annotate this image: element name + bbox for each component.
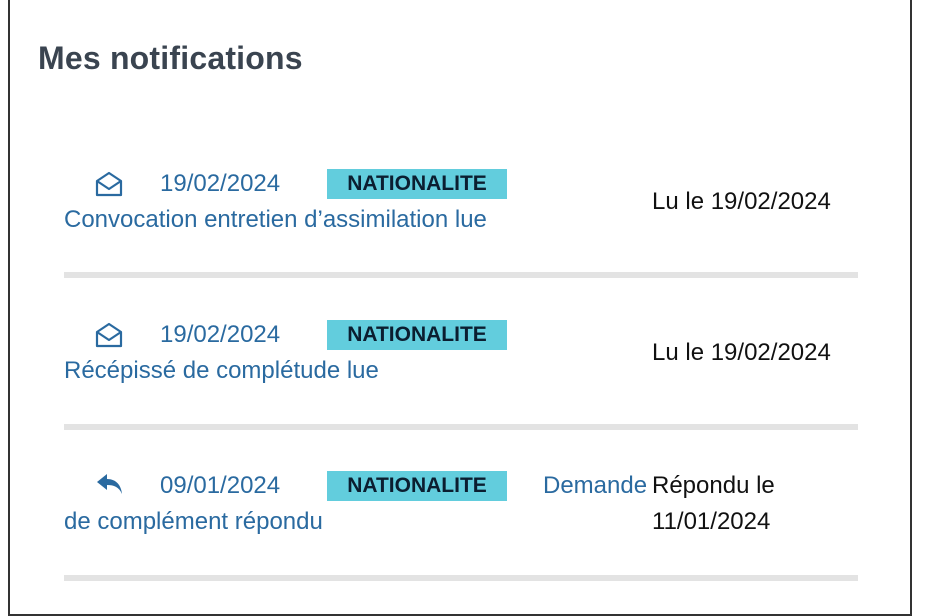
notification-status: Répondu le <box>652 472 775 499</box>
notification-description[interactable]: Convocation entretien d’assimilation lue <box>64 206 487 234</box>
notification-description[interactable]: de complément répondu <box>64 508 323 536</box>
envelope-open-icon <box>94 170 124 203</box>
category-badge: NATIONALITE <box>327 320 507 350</box>
notification-status: Lu le 19/02/2024 <box>652 339 831 366</box>
envelope-open-icon <box>94 321 124 354</box>
reply-icon <box>95 472 125 503</box>
notification-date: 19/02/2024 <box>160 170 281 197</box>
notification-status: Lu le 19/02/2024 <box>652 188 831 215</box>
divider <box>64 575 858 581</box>
notification-date: 19/02/2024 <box>160 321 281 348</box>
divider <box>64 424 858 430</box>
notification-status-date: 11/01/2024 <box>652 508 771 535</box>
divider <box>64 272 858 278</box>
notification-date: 09/01/2024 <box>160 472 281 499</box>
page-title: Mes notifications <box>38 40 303 76</box>
category-badge: NATIONALITE <box>327 471 507 501</box>
notification-description[interactable]: Récépissé de complétude lue <box>64 357 379 385</box>
category-badge: NATIONALITE <box>327 169 507 199</box>
notification-description-start[interactable]: Demande <box>543 472 647 500</box>
